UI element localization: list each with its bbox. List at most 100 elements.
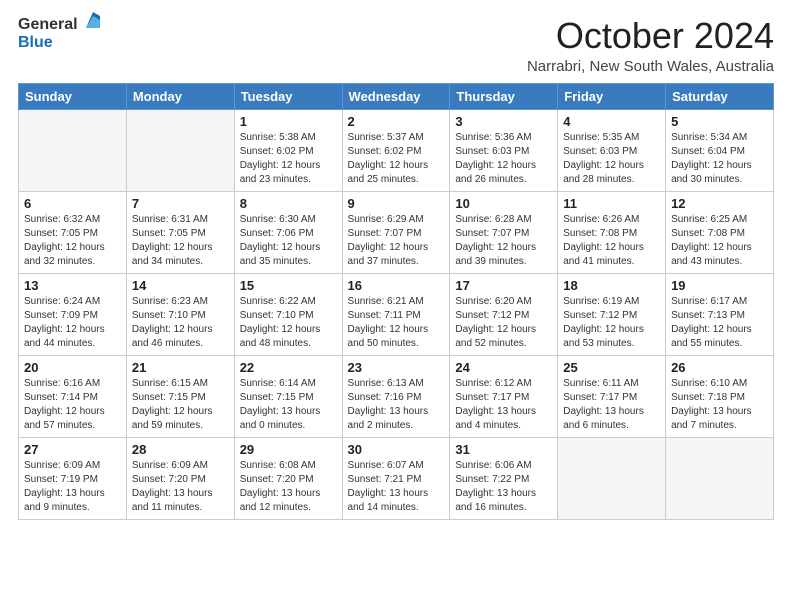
table-row [666, 437, 774, 519]
subtitle: Narrabri, New South Wales, Australia [527, 58, 774, 75]
day-info: Sunrise: 6:07 AM Sunset: 7:21 PM Dayligh… [348, 459, 445, 515]
day-number: 30 [348, 442, 445, 457]
day-number: 23 [348, 360, 445, 375]
table-row: 30 Sunrise: 6:07 AM Sunset: 7:21 PM Dayli… [342, 437, 450, 519]
col-wednesday: Wednesday [342, 83, 450, 109]
day-info: Sunrise: 6:23 AM Sunset: 7:10 PM Dayligh… [132, 295, 229, 351]
main-title: October 2024 [527, 16, 774, 56]
day-info: Sunrise: 6:11 AM Sunset: 7:17 PM Dayligh… [563, 377, 660, 433]
table-row: 24 Sunrise: 6:12 AM Sunset: 7:17 PM Dayli… [450, 355, 558, 437]
day-info: Sunrise: 6:12 AM Sunset: 7:17 PM Dayligh… [455, 377, 552, 433]
day-number: 1 [240, 114, 337, 129]
table-row: 6 Sunrise: 6:32 AM Sunset: 7:05 PM Daylig… [19, 191, 127, 273]
calendar-week-row: 13Sunrise: 6:24 AM Sunset: 7:09 PM Dayli… [19, 273, 774, 355]
day-number: 27 [24, 442, 121, 457]
day-info: Sunrise: 5:35 AM Sunset: 6:03 PM Dayligh… [563, 131, 660, 187]
day-number: 15 [240, 278, 337, 293]
table-row: 18Sunrise: 6:19 AM Sunset: 7:12 PM Dayli… [558, 273, 666, 355]
table-row: 11Sunrise: 6:26 AM Sunset: 7:08 PM Dayli… [558, 191, 666, 273]
day-info: Sunrise: 6:06 AM Sunset: 7:22 PM Dayligh… [455, 459, 552, 515]
table-row: 13Sunrise: 6:24 AM Sunset: 7:09 PM Dayli… [19, 273, 127, 355]
day-info: Sunrise: 6:16 AM Sunset: 7:14 PM Dayligh… [24, 377, 121, 433]
day-number: 2 [348, 114, 445, 129]
day-number: 20 [24, 360, 121, 375]
day-info: Sunrise: 6:15 AM Sunset: 7:15 PM Dayligh… [132, 377, 229, 433]
day-number: 21 [132, 360, 229, 375]
col-monday: Monday [126, 83, 234, 109]
header: General Blue October 2024 Narrabri, New … [18, 16, 774, 75]
day-number: 6 [24, 196, 121, 211]
day-info: Sunrise: 5:36 AM Sunset: 6:03 PM Dayligh… [455, 131, 552, 187]
calendar-week-row: 1 Sunrise: 5:38 AM Sunset: 6:02 PM Daylig… [19, 109, 774, 191]
table-row [19, 109, 127, 191]
day-number: 17 [455, 278, 552, 293]
table-row: 28Sunrise: 6:09 AM Sunset: 7:20 PM Dayli… [126, 437, 234, 519]
page: General Blue October 2024 Narrabri, New … [0, 0, 792, 612]
table-row: 17 Sunrise: 6:20 AM Sunset: 7:12 PM Dayli… [450, 273, 558, 355]
day-info: Sunrise: 6:20 AM Sunset: 7:12 PM Dayligh… [455, 295, 552, 351]
table-row: 25 Sunrise: 6:11 AM Sunset: 7:17 PM Dayli… [558, 355, 666, 437]
day-info: Sunrise: 6:28 AM Sunset: 7:07 PM Dayligh… [455, 213, 552, 269]
day-info: Sunrise: 6:08 AM Sunset: 7:20 PM Dayligh… [240, 459, 337, 515]
table-row: 27 Sunrise: 6:09 AM Sunset: 7:19 PM Dayli… [19, 437, 127, 519]
day-info: Sunrise: 6:22 AM Sunset: 7:10 PM Dayligh… [240, 295, 337, 351]
day-number: 24 [455, 360, 552, 375]
table-row: 4 Sunrise: 5:35 AM Sunset: 6:03 PM Daylig… [558, 109, 666, 191]
day-number: 31 [455, 442, 552, 457]
table-row: 31 Sunrise: 6:06 AM Sunset: 7:22 PM Dayli… [450, 437, 558, 519]
day-number: 25 [563, 360, 660, 375]
table-row: 5Sunrise: 5:34 AM Sunset: 6:04 PM Daylig… [666, 109, 774, 191]
logo-blue-text: Blue [18, 34, 53, 51]
day-number: 13 [24, 278, 121, 293]
logo: General Blue [18, 16, 104, 52]
calendar: Sunday Monday Tuesday Wednesday Thursday… [18, 83, 774, 520]
day-info: Sunrise: 5:38 AM Sunset: 6:02 PM Dayligh… [240, 131, 337, 187]
table-row: 3 Sunrise: 5:36 AM Sunset: 6:03 PM Daylig… [450, 109, 558, 191]
day-info: Sunrise: 6:25 AM Sunset: 7:08 PM Dayligh… [671, 213, 768, 269]
day-number: 14 [132, 278, 229, 293]
col-sunday: Sunday [19, 83, 127, 109]
table-row: 15 Sunrise: 6:22 AM Sunset: 7:10 PM Dayli… [234, 273, 342, 355]
day-number: 4 [563, 114, 660, 129]
table-row: 10 Sunrise: 6:28 AM Sunset: 7:07 PM Dayli… [450, 191, 558, 273]
logo-icon [82, 10, 104, 32]
table-row: 16Sunrise: 6:21 AM Sunset: 7:11 PM Dayli… [342, 273, 450, 355]
table-row: 7 Sunrise: 6:31 AM Sunset: 7:05 PM Daylig… [126, 191, 234, 273]
day-number: 29 [240, 442, 337, 457]
day-info: Sunrise: 6:32 AM Sunset: 7:05 PM Dayligh… [24, 213, 121, 269]
calendar-week-row: 20 Sunrise: 6:16 AM Sunset: 7:14 PM Dayli… [19, 355, 774, 437]
title-block: October 2024 Narrabri, New South Wales, … [527, 16, 774, 75]
table-row: 9Sunrise: 6:29 AM Sunset: 7:07 PM Daylig… [342, 191, 450, 273]
table-row: 20 Sunrise: 6:16 AM Sunset: 7:14 PM Dayli… [19, 355, 127, 437]
day-info: Sunrise: 6:09 AM Sunset: 7:19 PM Dayligh… [24, 459, 121, 515]
day-number: 7 [132, 196, 229, 211]
table-row: 29 Sunrise: 6:08 AM Sunset: 7:20 PM Dayli… [234, 437, 342, 519]
day-number: 16 [348, 278, 445, 293]
table-row: 2 Sunrise: 5:37 AM Sunset: 6:02 PM Daylig… [342, 109, 450, 191]
day-info: Sunrise: 6:19 AM Sunset: 7:12 PM Dayligh… [563, 295, 660, 351]
day-info: Sunrise: 5:34 AM Sunset: 6:04 PM Dayligh… [671, 131, 768, 187]
day-number: 19 [671, 278, 768, 293]
day-info: Sunrise: 6:30 AM Sunset: 7:06 PM Dayligh… [240, 213, 337, 269]
logo-general-text: General [18, 16, 78, 34]
calendar-week-row: 6 Sunrise: 6:32 AM Sunset: 7:05 PM Daylig… [19, 191, 774, 273]
day-info: Sunrise: 6:13 AM Sunset: 7:16 PM Dayligh… [348, 377, 445, 433]
table-row: 26Sunrise: 6:10 AM Sunset: 7:18 PM Dayli… [666, 355, 774, 437]
day-info: Sunrise: 5:37 AM Sunset: 6:02 PM Dayligh… [348, 131, 445, 187]
table-row: 21 Sunrise: 6:15 AM Sunset: 7:15 PM Dayli… [126, 355, 234, 437]
day-number: 3 [455, 114, 552, 129]
table-row: 14 Sunrise: 6:23 AM Sunset: 7:10 PM Dayli… [126, 273, 234, 355]
table-row: 22Sunrise: 6:14 AM Sunset: 7:15 PM Dayli… [234, 355, 342, 437]
day-number: 11 [563, 196, 660, 211]
day-number: 10 [455, 196, 552, 211]
table-row: 8Sunrise: 6:30 AM Sunset: 7:06 PM Daylig… [234, 191, 342, 273]
day-info: Sunrise: 6:31 AM Sunset: 7:05 PM Dayligh… [132, 213, 229, 269]
day-info: Sunrise: 6:29 AM Sunset: 7:07 PM Dayligh… [348, 213, 445, 269]
table-row [126, 109, 234, 191]
table-row: 19Sunrise: 6:17 AM Sunset: 7:13 PM Dayli… [666, 273, 774, 355]
col-friday: Friday [558, 83, 666, 109]
col-thursday: Thursday [450, 83, 558, 109]
day-info: Sunrise: 6:10 AM Sunset: 7:18 PM Dayligh… [671, 377, 768, 433]
day-number: 22 [240, 360, 337, 375]
table-row: 1 Sunrise: 5:38 AM Sunset: 6:02 PM Daylig… [234, 109, 342, 191]
